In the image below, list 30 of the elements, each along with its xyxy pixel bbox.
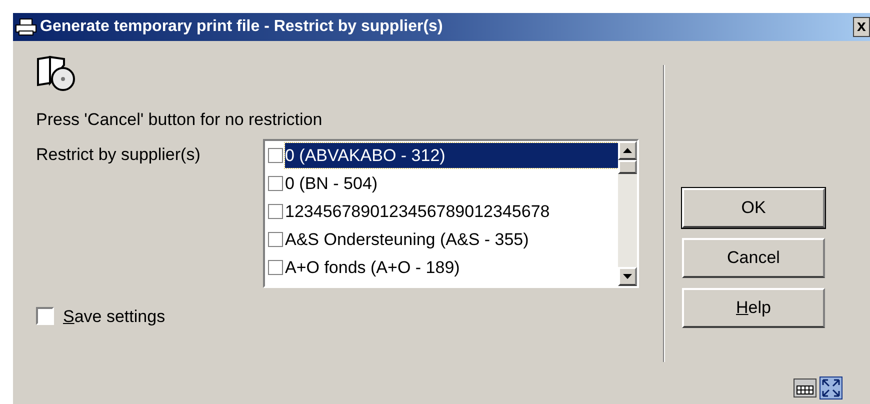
scroll-down-button[interactable] xyxy=(618,266,637,286)
down-arrow-icon xyxy=(623,274,632,278)
up-arrow-icon xyxy=(623,148,632,152)
list-item[interactable]: 0 (ABVAKABO - 312) xyxy=(285,142,618,168)
keyboard-icon xyxy=(793,376,817,400)
scrollbar[interactable] xyxy=(618,140,637,286)
list-item[interactable]: 0 (BN - 504) xyxy=(285,170,382,196)
scroll-thumb[interactable] xyxy=(618,160,637,174)
checkbox[interactable] xyxy=(268,176,283,191)
checkbox[interactable] xyxy=(268,204,283,219)
field-label: Restrict by supplier(s) xyxy=(36,144,202,166)
list-item[interactable]: A+O fonds (A+O - 189) xyxy=(285,254,464,280)
checkbox[interactable] xyxy=(268,232,283,247)
checkbox[interactable] xyxy=(268,260,283,275)
list-item[interactable]: 1234567890123456789012345678 xyxy=(285,198,554,224)
checkbox[interactable] xyxy=(268,148,283,163)
window-title: Generate temporary print file - Restrict by supplier(s) xyxy=(40,17,443,37)
help-button[interactable]: Help xyxy=(682,288,825,328)
list-item[interactable]: A&S Ondersteuning (A&S - 355) xyxy=(285,226,533,252)
close-button[interactable]: x xyxy=(853,17,870,37)
ok-button[interactable]: OK xyxy=(682,188,825,228)
cancel-button[interactable]: Cancel xyxy=(682,238,825,278)
instruction-text: Press 'Cancel' button for no restriction xyxy=(36,109,324,131)
save-settings-label[interactable]: Save settings xyxy=(63,304,166,329)
scroll-up-button[interactable] xyxy=(618,140,637,160)
maximize-icon xyxy=(819,376,843,400)
supplier-list[interactable]: 0 (ABVAKABO - 312) 0 (BN - 504) 1234567890123456789012345678 A&S Ondersteuning (A&S - 355) A+O fonds (A+O - 189) xyxy=(263,138,639,288)
checkbox[interactable] xyxy=(36,307,54,326)
printer-icon xyxy=(15,18,37,36)
book-disc-icon xyxy=(36,55,76,91)
